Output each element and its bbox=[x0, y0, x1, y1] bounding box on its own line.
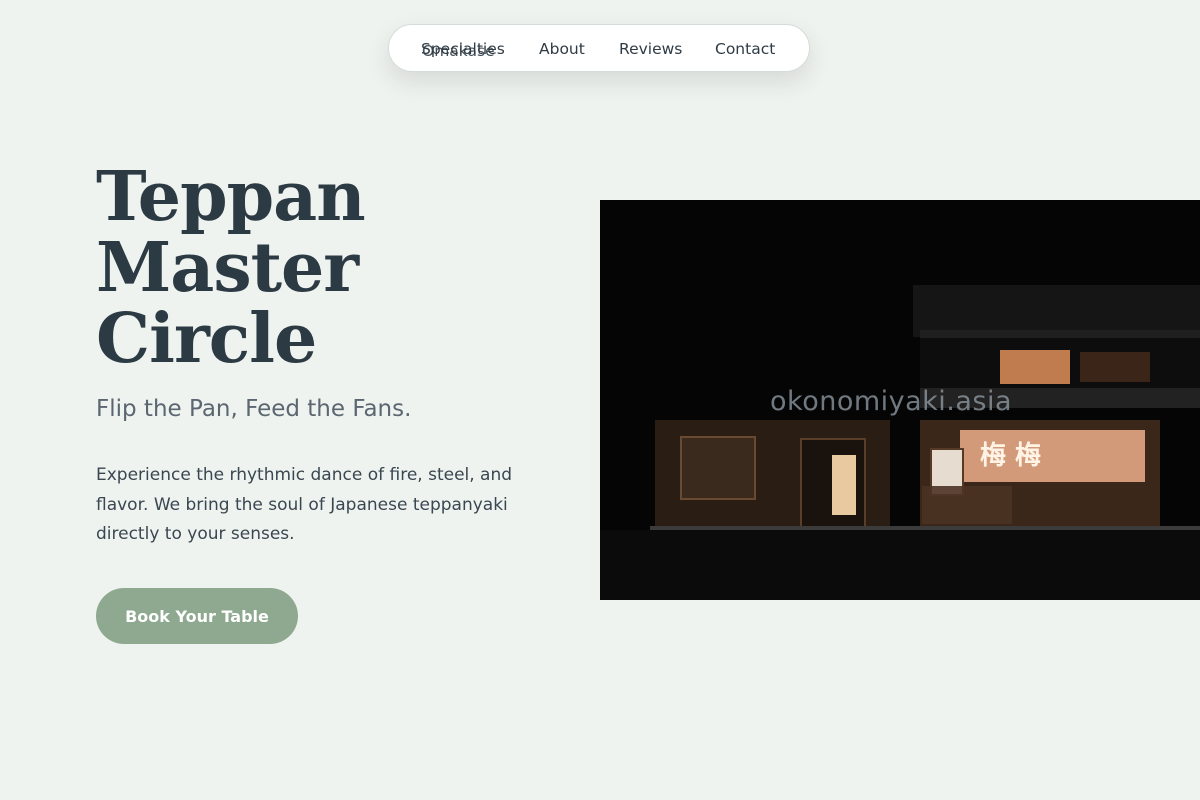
nav-link-reviews[interactable]: Reviews bbox=[619, 25, 682, 73]
image-street bbox=[600, 530, 1200, 600]
nav-link-omakase[interactable]: Omakase bbox=[422, 27, 495, 75]
image-upper-window bbox=[1080, 352, 1150, 382]
hero-title: Teppan Master Circle bbox=[96, 162, 556, 375]
image-door-light bbox=[832, 455, 856, 515]
hero-tagline: Flip the Pan, Feed the Fans. bbox=[96, 396, 412, 422]
hero-title-line-2: Master bbox=[96, 228, 359, 308]
hero-description: Experience the rhythmic dance of fire, s… bbox=[96, 465, 513, 544]
image-upper-window-lit bbox=[1000, 350, 1070, 384]
nav-link-about[interactable]: About bbox=[539, 25, 585, 73]
image-bench bbox=[922, 486, 1012, 524]
hero-title-line-3: Circle bbox=[96, 299, 317, 379]
top-nav: Specialties Omakase About Reviews Contac… bbox=[388, 24, 810, 72]
image-noren-text: 梅 梅 bbox=[980, 441, 1042, 471]
image-watermark: okonomiyaki.asia bbox=[770, 386, 1013, 417]
nav-link-contact[interactable]: Contact bbox=[715, 25, 775, 73]
hero-title-line-1: Teppan bbox=[96, 157, 366, 237]
book-table-button[interactable]: Book Your Table bbox=[96, 588, 298, 644]
hero-image: 梅 梅 okonomiyaki.asia bbox=[600, 200, 1200, 600]
image-window-left bbox=[680, 436, 756, 500]
image-roof-edge bbox=[920, 330, 1200, 338]
